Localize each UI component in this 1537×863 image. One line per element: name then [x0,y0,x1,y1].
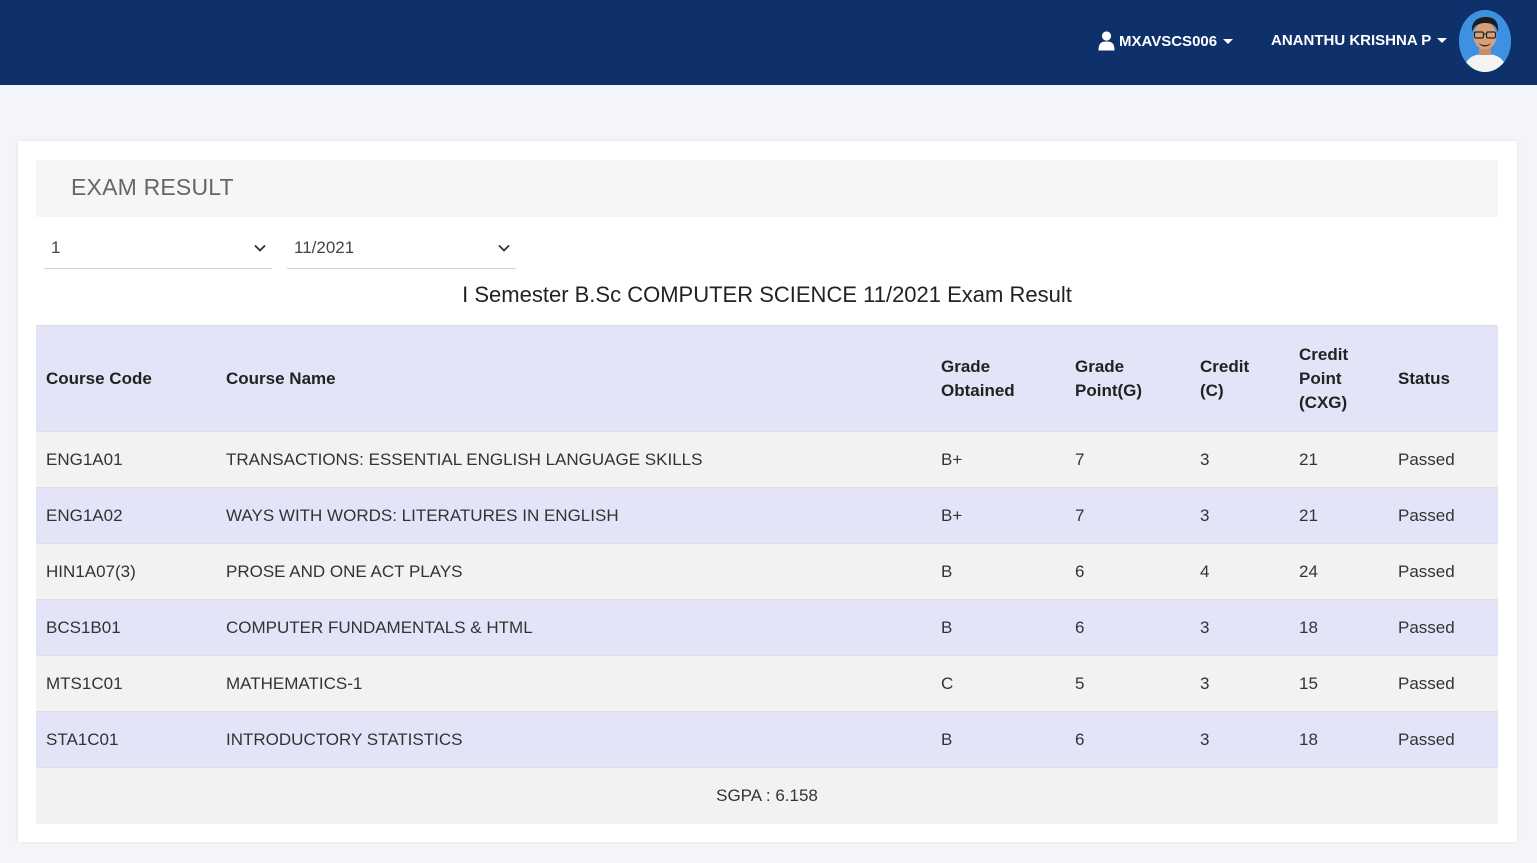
column-header-status: Status [1388,325,1498,432]
cell-status: Passed [1388,599,1498,656]
card-header: EXAM RESULT [36,160,1498,217]
cell-course-code: ENG1A02 [36,487,216,544]
column-header-credit: Credit (C) [1190,325,1289,432]
table-header-row: Course Code Course Name Grade Obtained G… [36,325,1498,432]
cell-credit: 3 [1190,599,1289,656]
cell-grade: B+ [931,431,1065,488]
cell-course-code: BCS1B01 [36,599,216,656]
user-name-label: ANANTHU KRISHNA P [1271,31,1432,49]
cell-credit-point: 18 [1289,711,1388,768]
avatar[interactable] [1459,10,1511,72]
cell-course-code: ENG1A01 [36,431,216,488]
cell-grade: B [931,711,1065,768]
cell-course-code: STA1C01 [36,711,216,768]
cell-credit: 3 [1190,487,1289,544]
table-row: MTS1C01 MATHEMATICS-1 C 5 3 15 Passed [36,655,1498,712]
header-line: Point(G) [1075,380,1143,400]
cell-course-name: COMPUTER FUNDAMENTALS & HTML [216,599,931,656]
header-line: Point [1299,368,1342,388]
header-line: Credit [1200,356,1250,376]
cell-credit-point: 18 [1289,599,1388,656]
cell-grade-point: 6 [1065,543,1190,600]
chevron-down-icon [1223,38,1234,44]
cell-status: Passed [1388,431,1498,488]
cell-course-name: INTRODUCTORY STATISTICS [216,711,931,768]
header-line: Obtained [941,380,1015,400]
cell-credit-point: 24 [1289,543,1388,600]
sgpa-summary: SGPA : 6.158 [36,767,1498,824]
column-header-grade-obtained: Grade Obtained [931,325,1065,432]
cell-status: Passed [1388,487,1498,544]
column-header-course-code: Course Code [36,325,216,432]
cell-grade-point: 5 [1065,655,1190,712]
header-line: (C) [1200,380,1224,400]
cell-status: Passed [1388,655,1498,712]
cell-credit: 3 [1190,711,1289,768]
cell-grade-point: 6 [1065,599,1190,656]
cell-credit: 3 [1190,431,1289,488]
cell-credit-point: 21 [1289,487,1388,544]
table-row: HIN1A07(3) PROSE AND ONE ACT PLAYS B 6 4… [36,543,1498,600]
user-id-dropdown[interactable]: MXAVSCS006 [1098,28,1234,54]
header-line: Grade [1075,356,1125,376]
table-row: BCS1B01 COMPUTER FUNDAMENTALS & HTML B 6… [36,599,1498,656]
cell-grade-point: 7 [1065,431,1190,488]
cell-grade-point: 6 [1065,711,1190,768]
column-header-grade-point: Grade Point(G) [1065,325,1190,432]
header-line: Grade [941,356,991,376]
cell-course-name: TRANSACTIONS: ESSENTIAL ENGLISH LANGUAGE… [216,431,931,488]
cell-credit: 4 [1190,543,1289,600]
chevron-down-icon [1437,37,1448,43]
user-id-label: MXAVSCS006 [1119,32,1218,50]
cell-credit-point: 15 [1289,655,1388,712]
exam-session-select[interactable]: 11/2021 [287,228,516,269]
table-row: STA1C01 INTRODUCTORY STATISTICS B 6 3 18… [36,711,1498,768]
chevron-down-icon [498,244,510,252]
table-row: ENG1A02 WAYS WITH WORDS: LITERATURES IN … [36,487,1498,544]
top-navbar: MXAVSCS006 ANANTHU KRISHNA P [0,0,1537,85]
cell-credit: 3 [1190,655,1289,712]
cell-credit-point: 21 [1289,431,1388,488]
page-title: EXAM RESULT [71,174,234,200]
cell-grade: B [931,599,1065,656]
cell-grade: B+ [931,487,1065,544]
semester-select[interactable]: 1 [44,228,272,269]
cell-grade: C [931,655,1065,712]
result-heading: I Semester B.Sc COMPUTER SCIENCE 11/2021… [462,282,1072,307]
results-table: Course Code Course Name Grade Obtained G… [36,325,1498,824]
cell-course-name: MATHEMATICS-1 [216,655,931,712]
cell-status: Passed [1388,543,1498,600]
cell-course-code: MTS1C01 [36,655,216,712]
user-name-dropdown[interactable]: ANANTHU KRISHNA P [1271,28,1448,52]
cell-grade-point: 7 [1065,487,1190,544]
exam-session-select-value: 11/2021 [294,238,355,257]
header-line: Credit [1299,344,1349,364]
header-line: (CXG) [1299,392,1348,412]
column-header-course-name: Course Name [216,325,931,432]
cell-course-name: WAYS WITH WORDS: LITERATURES IN ENGLISH [216,487,931,544]
cell-status: Passed [1388,711,1498,768]
cell-grade: B [931,543,1065,600]
exam-result-card: EXAM RESULT 1 11/2021 I Semester B.Sc CO… [18,141,1517,842]
column-header-credit-point: Credit Point (CXG) [1289,325,1388,432]
cell-course-name: PROSE AND ONE ACT PLAYS [216,543,931,600]
semester-select-value: 1 [51,238,61,257]
table-footer-row: SGPA : 6.158 [36,767,1498,824]
table-row: ENG1A01 TRANSACTIONS: ESSENTIAL ENGLISH … [36,431,1498,488]
user-icon [1098,31,1115,51]
avatar-image [1459,10,1511,72]
chevron-down-icon [254,244,266,252]
cell-course-code: HIN1A07(3) [36,543,216,600]
